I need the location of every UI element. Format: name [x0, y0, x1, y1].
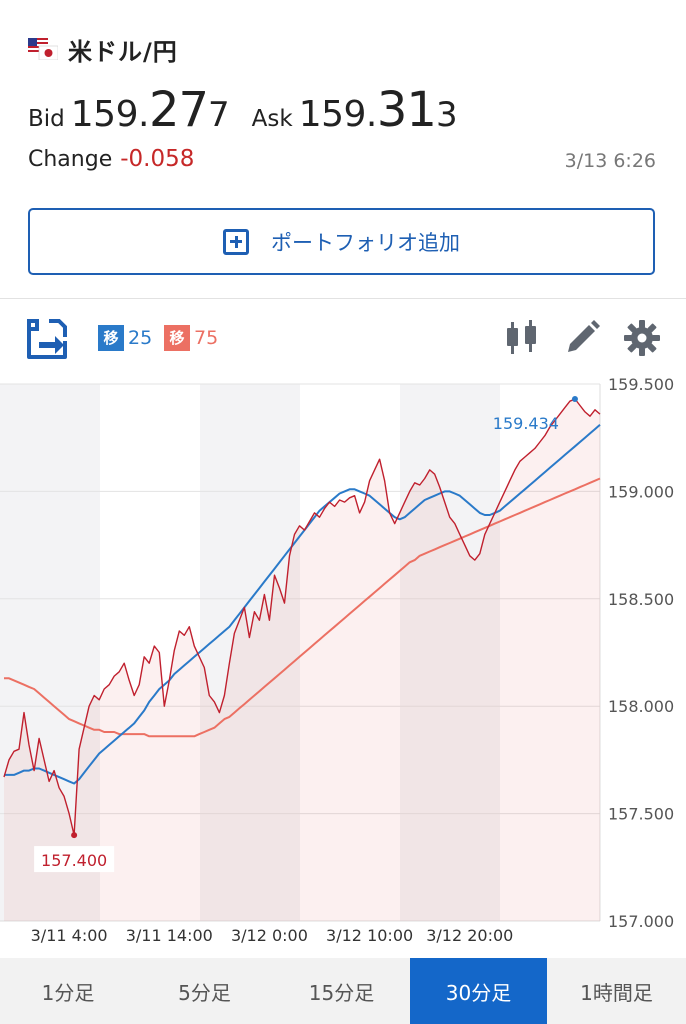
timeframe-tab[interactable]: 30分足: [410, 958, 547, 1024]
ma-long-tag: 移: [164, 325, 190, 351]
plus-square-icon: [223, 228, 249, 255]
high-label: 159.434: [493, 414, 559, 433]
ma-short-period: 25: [128, 327, 153, 349]
x-tick-label: 3/11 4:00: [31, 926, 108, 945]
timestamp: 3/13 6:26: [564, 150, 656, 172]
timeframe-tab[interactable]: 1時間足: [547, 958, 686, 1024]
x-tick-label: 3/11 14:00: [126, 926, 213, 945]
y-tick-label: 158.500: [608, 590, 674, 609]
ask-price-pips: 31: [376, 82, 437, 138]
x-tick-label: 3/12 20:00: [426, 926, 513, 945]
candlestick-icon[interactable]: [502, 318, 542, 358]
divider: [0, 298, 686, 299]
timeframe-tab[interactable]: 1分足: [0, 958, 136, 1024]
ask-label: Ask: [251, 106, 293, 132]
timeframe-tabs: 1分足 5分足 15分足 30分足 1時間足: [0, 958, 686, 1024]
pencil-icon[interactable]: [562, 318, 602, 358]
add-portfolio-label: ポートフォリオ追加: [271, 230, 460, 255]
change-label: Change: [28, 147, 113, 172]
quote-row: Bid 159. 27 7 Ask 159. 31 3: [28, 82, 458, 138]
bid-price-main: 159.: [70, 94, 150, 135]
bid-price-fraction: 7: [208, 95, 230, 135]
currency-pair-title: 米ドル/円: [68, 38, 178, 66]
bid-price-pips: 27: [148, 82, 209, 138]
y-tick-label: 157.500: [608, 805, 674, 824]
y-tick-label: 157.000: [608, 912, 674, 931]
gear-icon[interactable]: [622, 318, 662, 358]
change-value: -0.058: [120, 146, 195, 172]
price-chart[interactable]: 157.000 157.500 158.000 158.500 159.000 159.5…: [0, 370, 686, 960]
timeframe-tab[interactable]: 15分足: [273, 958, 410, 1024]
high-marker: [571, 396, 578, 403]
change-row: Change -0.058: [28, 146, 194, 172]
low-label: 157.400: [41, 851, 107, 870]
timeframe-tab[interactable]: 5分足: [136, 958, 273, 1024]
ask-price-fraction: 3: [435, 95, 458, 135]
x-tick-label: 3/12 10:00: [326, 926, 413, 945]
low-marker: [71, 832, 78, 839]
ma-long-period: 75: [194, 327, 219, 349]
bid-label: Bid: [28, 106, 65, 132]
ma-short-toggle[interactable]: 移 25: [98, 325, 152, 351]
y-tick-label: 159.500: [608, 375, 674, 394]
chart-export-icon[interactable]: [24, 316, 70, 362]
us-jp-flag-icon: [28, 38, 58, 60]
ma-long-toggle[interactable]: 移 75: [164, 325, 218, 351]
add-portfolio-button[interactable]: ポートフォリオ追加: [28, 208, 655, 275]
x-tick-label: 3/12 0:00: [231, 926, 308, 945]
ma-short-tag: 移: [98, 325, 124, 351]
ask-price-main: 159.: [298, 94, 378, 135]
y-tick-label: 158.000: [608, 697, 674, 716]
y-tick-label: 159.000: [608, 482, 674, 501]
